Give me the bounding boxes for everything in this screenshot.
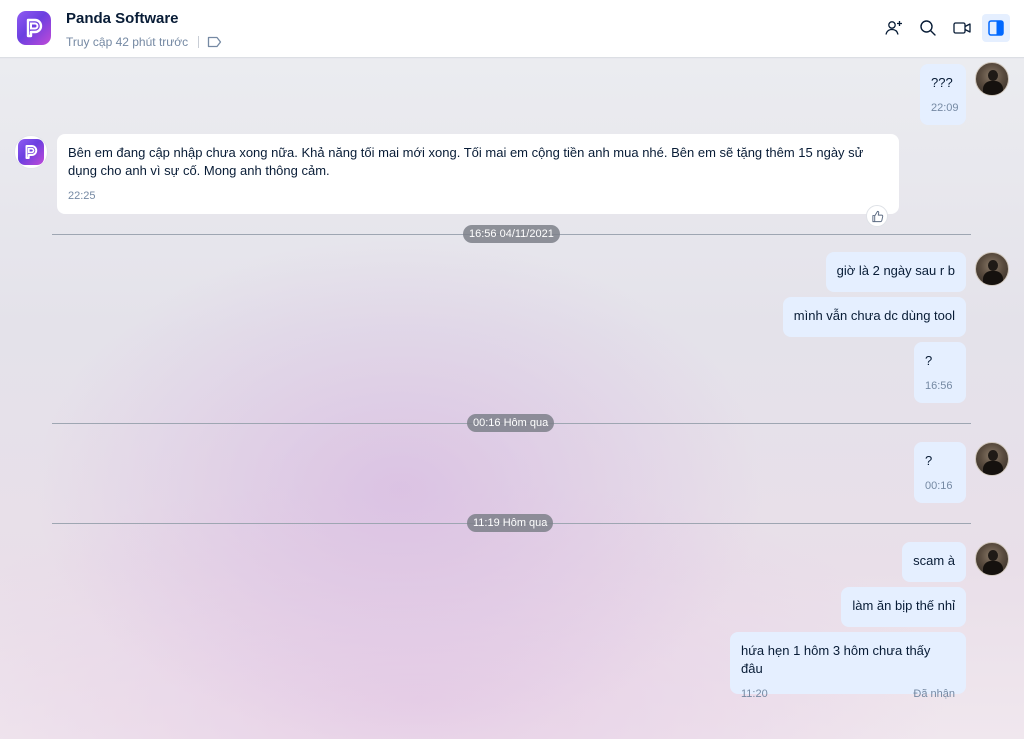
date-separator-label: 16:56 04/11/2021 xyxy=(463,225,560,243)
video-call-icon xyxy=(953,22,971,34)
header-actions xyxy=(880,14,1010,42)
user-avatar[interactable] xyxy=(975,252,1009,286)
panda-logo-icon xyxy=(26,18,43,38)
video-call-button[interactable] xyxy=(948,14,976,42)
add-member-button[interactable] xyxy=(880,14,908,42)
message-text: ??? xyxy=(931,75,953,90)
add-member-icon xyxy=(885,21,902,35)
user-avatar[interactable] xyxy=(975,442,1009,476)
message-bubble[interactable]: làm ăn bịp thế nhỉ xyxy=(841,587,966,627)
message-time: 11:20 xyxy=(741,688,768,700)
conversation-title[interactable]: Panda Software xyxy=(66,10,179,27)
message-text: Bên em đang cập nhập chưa xong nữa. Khả … xyxy=(68,145,864,178)
like-reaction-button[interactable] xyxy=(866,205,888,227)
message-list[interactable]: ??? 22:09 Bên em đang cập nhập chưa xong… xyxy=(0,59,1024,739)
user-avatar[interactable] xyxy=(975,62,1009,96)
message-text: scam à xyxy=(913,553,955,568)
message-bubble[interactable]: giờ là 2 ngày sau r b xyxy=(825,252,966,292)
message-bubble[interactable]: Bên em đang cập nhập chưa xong nữa. Khả … xyxy=(57,134,899,214)
last-seen-status: Truy cập 42 phút trước xyxy=(66,35,222,49)
panda-software-avatar[interactable] xyxy=(14,135,48,169)
message-text: ? xyxy=(925,453,933,468)
message-text: mình vẫn chưa dc dùng tool xyxy=(793,308,955,323)
panda-software-avatar[interactable] xyxy=(17,11,51,45)
message-bubble[interactable]: ? 00:16 xyxy=(914,442,966,503)
message-text: làm ăn bịp thế nhỉ xyxy=(852,598,955,613)
message-time: 16:56 xyxy=(925,380,953,392)
message-text: hứa hẹn 1 hôm 3 hôm chưa thấy đâu xyxy=(741,643,931,676)
message-time: 22:25 xyxy=(68,190,96,202)
message-time: 00:16 xyxy=(925,480,953,492)
user-avatar[interactable] xyxy=(975,542,1009,576)
message-text: giờ là 2 ngày sau r b xyxy=(836,263,955,278)
message-time: 22:09 xyxy=(931,102,959,114)
search-button[interactable] xyxy=(914,14,942,42)
last-seen-text: Truy cập 42 phút trước xyxy=(66,35,189,49)
chat-header: Panda Software Truy cập 42 phút trước xyxy=(0,0,1024,58)
message-bubble[interactable]: ??? 22:09 xyxy=(920,64,966,125)
tag-icon[interactable] xyxy=(207,36,222,48)
message-text: ? xyxy=(925,353,933,368)
search-icon xyxy=(920,20,936,36)
date-separator-label: 11:19 Hôm qua xyxy=(467,514,554,532)
thumbs-up-icon xyxy=(871,210,883,222)
message-bubble[interactable]: ? 16:56 xyxy=(914,342,966,403)
message-bubble[interactable]: mình vẫn chưa dc dùng tool xyxy=(782,297,966,337)
panda-logo-icon xyxy=(25,145,38,159)
toggle-info-panel-button[interactable] xyxy=(982,14,1010,42)
date-separator-label: 00:16 Hôm qua xyxy=(467,414,555,432)
sidebar-toggle-icon xyxy=(988,20,1004,36)
message-bubble[interactable]: scam à xyxy=(902,542,966,582)
delivery-status: Đã nhận xyxy=(913,688,955,700)
message-bubble[interactable]: hứa hẹn 1 hôm 3 hôm chưa thấy đâu 11:20 … xyxy=(730,632,966,700)
divider xyxy=(198,36,200,48)
